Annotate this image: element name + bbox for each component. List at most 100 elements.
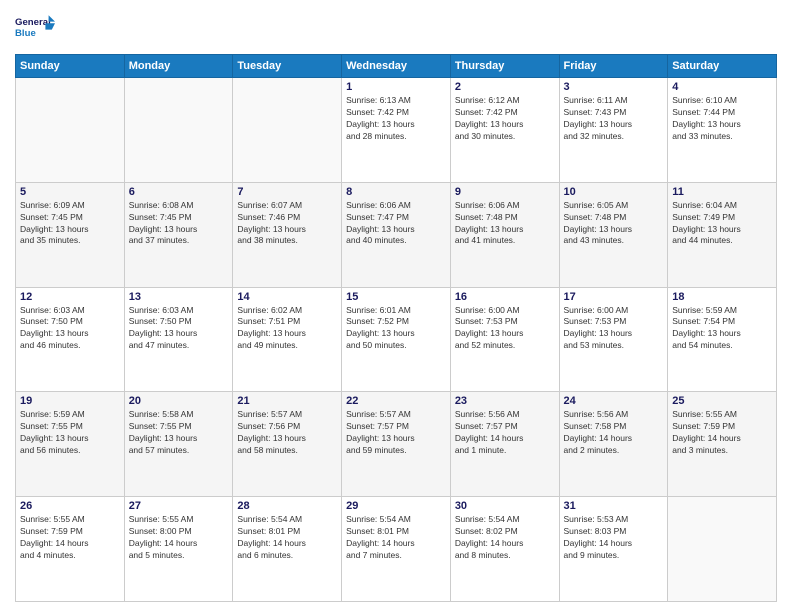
day-number: 4 [672,81,772,93]
logo: General Blue [15,10,55,46]
day-number: 31 [564,500,664,512]
calendar-table: SundayMondayTuesdayWednesdayThursdayFrid… [15,54,777,602]
day-info: Sunrise: 5:54 AM Sunset: 8:01 PM Dayligh… [237,514,337,562]
day-number: 21 [237,395,337,407]
empty-cell [16,78,125,183]
empty-cell [124,78,233,183]
day-info: Sunrise: 6:10 AM Sunset: 7:44 PM Dayligh… [672,95,772,143]
day-number: 30 [455,500,555,512]
day-number: 19 [20,395,120,407]
day-info: Sunrise: 6:11 AM Sunset: 7:43 PM Dayligh… [564,95,664,143]
day-number: 28 [237,500,337,512]
day-info: Sunrise: 6:09 AM Sunset: 7:45 PM Dayligh… [20,200,120,248]
day-info: Sunrise: 6:06 AM Sunset: 7:48 PM Dayligh… [455,200,555,248]
day-number: 12 [20,291,120,303]
header-day-monday: Monday [124,55,233,78]
header-day-saturday: Saturday [668,55,777,78]
day-number: 2 [455,81,555,93]
calendar-day-26: 26Sunrise: 5:55 AM Sunset: 7:59 PM Dayli… [16,497,125,602]
calendar-day-31: 31 Sunrise: 5:53 AM Sunset: 8:03 PM Dayli… [559,497,668,602]
day-info: Sunrise: 6:06 AM Sunset: 7:47 PM Dayligh… [346,200,446,248]
calendar-week-1: 1 Sunrise: 6:13 AM Sunset: 7:42 PM Daylig… [16,78,777,183]
header: General Blue [15,10,777,46]
calendar-day-30: 30 Sunrise: 5:54 AM Sunset: 8:02 PM Dayli… [450,497,559,602]
day-number: 11 [672,186,772,198]
calendar-day-18: 18Sunrise: 5:59 AM Sunset: 7:54 PM Dayli… [668,287,777,392]
day-number: 17 [564,291,664,303]
calendar-day-2: 2Sunrise: 6:12 AM Sunset: 7:42 PM Daylig… [450,78,559,183]
calendar-day-14: 14 Sunrise: 6:02 AM Sunset: 7:51 PM Dayli… [233,287,342,392]
calendar-day-19: 19 Sunrise: 5:59 AM Sunset: 7:55 PM Dayli… [16,392,125,497]
calendar-day-3: 3 Sunrise: 6:11 AM Sunset: 7:43 PM Daylig… [559,78,668,183]
calendar-week-4: 19 Sunrise: 5:59 AM Sunset: 7:55 PM Dayli… [16,392,777,497]
day-info: Sunrise: 5:54 AM Sunset: 8:01 PM Dayligh… [346,514,446,562]
header-day-sunday: Sunday [16,55,125,78]
day-number: 15 [346,291,446,303]
calendar-header-row: SundayMondayTuesdayWednesdayThursdayFrid… [16,55,777,78]
day-number: 3 [564,81,664,93]
day-info: Sunrise: 5:59 AM Sunset: 7:54 PM Dayligh… [672,305,772,353]
day-info: Sunrise: 5:59 AM Sunset: 7:55 PM Dayligh… [20,409,120,457]
calendar-day-29: 29 Sunrise: 5:54 AM Sunset: 8:01 PM Dayli… [342,497,451,602]
calendar-day-11: 11 Sunrise: 6:04 AM Sunset: 7:49 PM Dayli… [668,182,777,287]
calendar-day-24: 24 Sunrise: 5:56 AM Sunset: 7:58 PM Dayli… [559,392,668,497]
svg-text:Blue: Blue [15,28,36,39]
day-number: 27 [129,500,229,512]
calendar-day-17: 17 Sunrise: 6:00 AM Sunset: 7:53 PM Dayli… [559,287,668,392]
calendar-day-15: 15 Sunrise: 6:01 AM Sunset: 7:52 PM Dayli… [342,287,451,392]
calendar-day-20: 20Sunrise: 5:58 AM Sunset: 7:55 PM Dayli… [124,392,233,497]
day-number: 26 [20,500,120,512]
calendar-week-2: 5 Sunrise: 6:09 AM Sunset: 7:45 PM Daylig… [16,182,777,287]
day-info: Sunrise: 5:56 AM Sunset: 7:58 PM Dayligh… [564,409,664,457]
day-info: Sunrise: 6:03 AM Sunset: 7:50 PM Dayligh… [129,305,229,353]
calendar-week-5: 26Sunrise: 5:55 AM Sunset: 7:59 PM Dayli… [16,497,777,602]
calendar-day-6: 6Sunrise: 6:08 AM Sunset: 7:45 PM Daylig… [124,182,233,287]
day-number: 16 [455,291,555,303]
calendar-day-22: 22Sunrise: 5:57 AM Sunset: 7:57 PM Dayli… [342,392,451,497]
day-number: 14 [237,291,337,303]
calendar-day-16: 16Sunrise: 6:00 AM Sunset: 7:53 PM Dayli… [450,287,559,392]
day-info: Sunrise: 5:57 AM Sunset: 7:56 PM Dayligh… [237,409,337,457]
day-number: 6 [129,186,229,198]
day-info: Sunrise: 5:53 AM Sunset: 8:03 PM Dayligh… [564,514,664,562]
logo-svg: General Blue [15,10,55,46]
header-day-friday: Friday [559,55,668,78]
day-number: 23 [455,395,555,407]
day-number: 24 [564,395,664,407]
day-number: 10 [564,186,664,198]
calendar-day-4: 4 Sunrise: 6:10 AM Sunset: 7:44 PM Daylig… [668,78,777,183]
day-number: 9 [455,186,555,198]
day-info: Sunrise: 5:56 AM Sunset: 7:57 PM Dayligh… [455,409,555,457]
day-info: Sunrise: 5:57 AM Sunset: 7:57 PM Dayligh… [346,409,446,457]
calendar-day-12: 12 Sunrise: 6:03 AM Sunset: 7:50 PM Dayli… [16,287,125,392]
calendar-day-21: 21 Sunrise: 5:57 AM Sunset: 7:56 PM Dayli… [233,392,342,497]
day-number: 7 [237,186,337,198]
calendar-day-10: 10 Sunrise: 6:05 AM Sunset: 7:48 PM Dayli… [559,182,668,287]
calendar-week-3: 12 Sunrise: 6:03 AM Sunset: 7:50 PM Dayli… [16,287,777,392]
day-number: 29 [346,500,446,512]
day-info: Sunrise: 5:55 AM Sunset: 7:59 PM Dayligh… [672,409,772,457]
calendar-day-13: 13Sunrise: 6:03 AM Sunset: 7:50 PM Dayli… [124,287,233,392]
day-number: 1 [346,81,446,93]
day-number: 20 [129,395,229,407]
day-info: Sunrise: 5:55 AM Sunset: 8:00 PM Dayligh… [129,514,229,562]
header-day-wednesday: Wednesday [342,55,451,78]
empty-cell [233,78,342,183]
day-info: Sunrise: 6:00 AM Sunset: 7:53 PM Dayligh… [564,305,664,353]
calendar-day-28: 28 Sunrise: 5:54 AM Sunset: 8:01 PM Dayli… [233,497,342,602]
day-number: 5 [20,186,120,198]
header-day-thursday: Thursday [450,55,559,78]
svg-text:General: General [15,17,51,28]
day-info: Sunrise: 6:07 AM Sunset: 7:46 PM Dayligh… [237,200,337,248]
day-info: Sunrise: 6:13 AM Sunset: 7:42 PM Dayligh… [346,95,446,143]
day-number: 25 [672,395,772,407]
day-info: Sunrise: 5:54 AM Sunset: 8:02 PM Dayligh… [455,514,555,562]
day-info: Sunrise: 6:01 AM Sunset: 7:52 PM Dayligh… [346,305,446,353]
day-info: Sunrise: 6:05 AM Sunset: 7:48 PM Dayligh… [564,200,664,248]
page: General Blue SundayMondayTuesdayWednesda… [0,0,792,612]
day-info: Sunrise: 6:03 AM Sunset: 7:50 PM Dayligh… [20,305,120,353]
calendar-day-8: 8 Sunrise: 6:06 AM Sunset: 7:47 PM Daylig… [342,182,451,287]
day-info: Sunrise: 6:02 AM Sunset: 7:51 PM Dayligh… [237,305,337,353]
day-number: 8 [346,186,446,198]
day-info: Sunrise: 6:04 AM Sunset: 7:49 PM Dayligh… [672,200,772,248]
